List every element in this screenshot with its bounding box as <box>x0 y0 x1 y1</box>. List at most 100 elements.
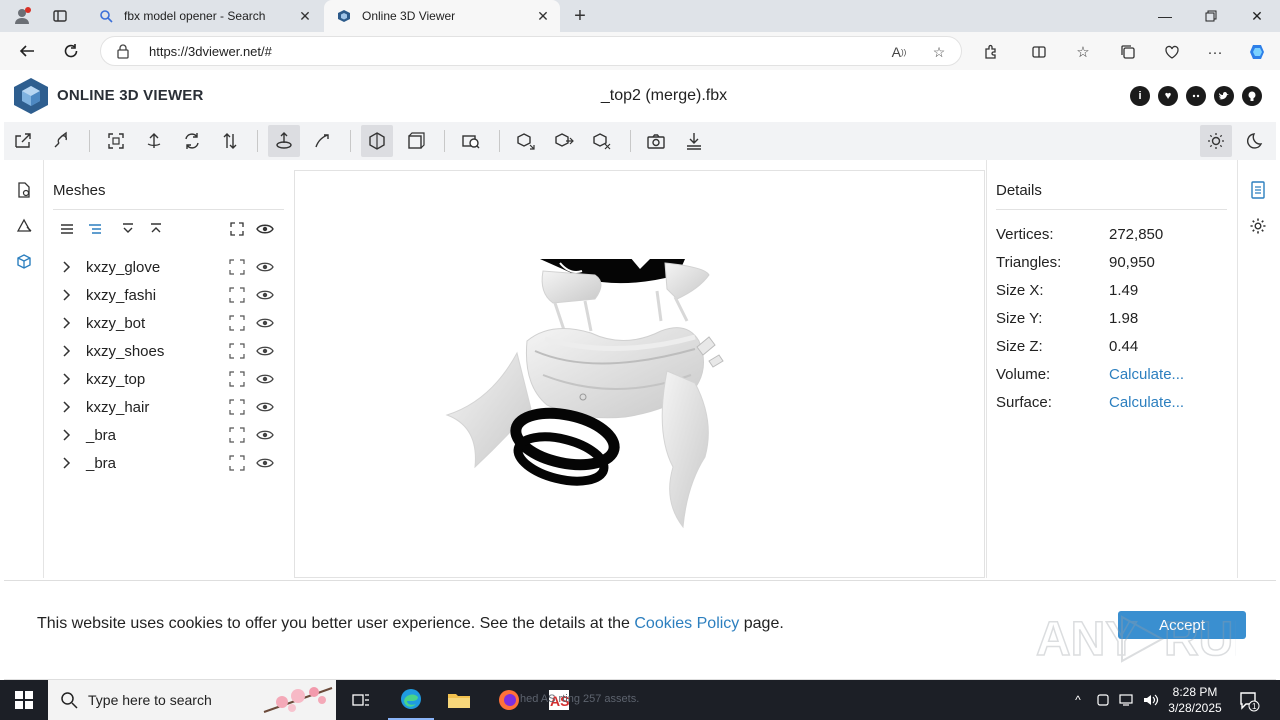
network-icon[interactable] <box>1117 690 1137 710</box>
meshes-icon[interactable] <box>12 250 36 274</box>
back-button[interactable] <box>14 38 40 64</box>
volume-icon[interactable] <box>1141 690 1161 710</box>
show-hidden-icons-icon[interactable]: ^ <box>1068 690 1088 710</box>
collapse-all-icon[interactable] <box>145 218 167 240</box>
mesh-name[interactable]: kxzy_shoes <box>86 343 164 360</box>
show-all-eye-icon[interactable] <box>254 218 276 240</box>
section-button[interactable] <box>548 125 580 157</box>
start-button[interactable] <box>0 680 48 720</box>
details-icon[interactable] <box>1246 178 1270 202</box>
chevron-right-icon[interactable] <box>59 343 75 359</box>
dark-theme-button[interactable] <box>1240 125 1272 157</box>
visibility-eye-icon[interactable] <box>256 454 274 472</box>
split-screen-icon[interactable] <box>1028 41 1050 63</box>
fit-mesh-icon[interactable] <box>228 426 246 444</box>
mesh-row[interactable]: kxzy_top <box>53 366 287 394</box>
close-window-button[interactable]: ✕ <box>1234 0 1280 32</box>
twitter-icon[interactable] <box>1214 86 1234 106</box>
minimize-button[interactable]: — <box>1142 0 1188 32</box>
calculate-link[interactable]: Calculate... <box>1109 394 1184 411</box>
mesh-row[interactable]: kxzy_fashi <box>53 282 287 310</box>
mesh-row[interactable]: kxzy_glove <box>53 254 287 282</box>
chevron-right-icon[interactable] <box>59 455 75 471</box>
tree-view-icon[interactable] <box>84 218 106 240</box>
chevron-right-icon[interactable] <box>59 287 75 303</box>
visibility-eye-icon[interactable] <box>256 370 274 388</box>
refresh-button[interactable] <box>58 38 84 64</box>
chevron-right-icon[interactable] <box>59 315 75 331</box>
mesh-row[interactable]: _bra <box>53 422 287 450</box>
visibility-eye-icon[interactable] <box>256 314 274 332</box>
model-render[interactable] <box>295 171 985 578</box>
fit-mesh-icon[interactable] <box>228 286 246 304</box>
chevron-right-icon[interactable] <box>59 371 75 387</box>
explode-button[interactable] <box>510 125 542 157</box>
mesh-name[interactable]: _bra <box>86 455 116 472</box>
collections-icon[interactable] <box>1117 41 1139 63</box>
url-text[interactable]: https://3dviewer.net/# <box>149 44 272 59</box>
free-navigation-button[interactable] <box>306 125 338 157</box>
3d-viewport[interactable] <box>294 170 985 578</box>
logo-text[interactable]: ONLINE 3D VIEWER <box>57 87 204 104</box>
mesh-name[interactable]: kxzy_bot <box>86 315 145 332</box>
copilot-icon[interactable] <box>1246 41 1268 63</box>
fit-mesh-icon[interactable] <box>228 342 246 360</box>
info-icon[interactable]: i <box>1130 86 1150 106</box>
github-icon[interactable] <box>1242 86 1262 106</box>
mesh-name[interactable]: kxzy_top <box>86 371 145 388</box>
visibility-eye-icon[interactable] <box>256 286 274 304</box>
camera-snapshot-button[interactable] <box>640 125 672 157</box>
tab-online-3d-viewer[interactable]: Online 3D Viewer ✕ <box>324 0 560 32</box>
fit-mesh-icon[interactable] <box>228 398 246 416</box>
cookies-policy-link[interactable]: Cookies Policy <box>634 615 739 632</box>
system-clock[interactable]: 8:28 PM 3/28/2025 <box>1166 684 1224 716</box>
browser-essentials-icon[interactable] <box>1161 41 1183 63</box>
mesh-row[interactable]: kxzy_hair <box>53 394 287 422</box>
fit-all-icon[interactable] <box>226 218 248 240</box>
open-file-button[interactable] <box>7 125 39 157</box>
task-view-icon[interactable] <box>338 680 384 720</box>
fit-mesh-icon[interactable] <box>228 314 246 332</box>
fit-mesh-icon[interactable] <box>228 370 246 388</box>
logo-icon[interactable] <box>13 77 49 115</box>
close-tab-icon[interactable]: ✕ <box>294 5 316 27</box>
snapshot-view-button[interactable] <box>586 125 618 157</box>
url-bar[interactable]: https://3dviewer.net/# A)) ☆ <box>100 36 962 66</box>
chevron-right-icon[interactable] <box>59 259 75 275</box>
flat-list-icon[interactable] <box>56 218 78 240</box>
light-theme-button[interactable] <box>1200 125 1232 157</box>
discord-icon[interactable] <box>1186 86 1206 106</box>
visibility-eye-icon[interactable] <box>256 342 274 360</box>
extensions-icon[interactable] <box>980 41 1002 63</box>
favorite-star-icon[interactable]: ☆ <box>929 42 949 62</box>
export-button[interactable] <box>678 125 710 157</box>
set-up-vector-button[interactable] <box>138 125 170 157</box>
notification-center-icon[interactable]: 1 <box>1238 690 1260 712</box>
lock-icon[interactable] <box>115 43 131 59</box>
mesh-row[interactable]: _bra <box>53 450 287 478</box>
new-tab-button[interactable]: + <box>568 4 592 28</box>
tab-search[interactable]: fbx model opener - Search ✕ <box>86 0 322 32</box>
profile-icon[interactable] <box>10 4 34 28</box>
mesh-name[interactable]: _bra <box>86 427 116 444</box>
measure-button[interactable] <box>455 125 487 157</box>
heart-icon[interactable]: ♥ <box>1158 86 1178 106</box>
taskbar-search[interactable]: Type here to search <box>48 680 336 720</box>
open-url-button[interactable] <box>45 125 77 157</box>
chevron-right-icon[interactable] <box>59 427 75 443</box>
edge-browser-icon[interactable] <box>388 680 434 720</box>
settings-gear-icon[interactable] <box>1246 214 1270 238</box>
orbit-navigation-button[interactable] <box>268 125 300 157</box>
visibility-eye-icon[interactable] <box>256 426 274 444</box>
calculate-link[interactable]: Calculate... <box>1109 366 1184 383</box>
mesh-name[interactable]: kxzy_hair <box>86 399 149 416</box>
mesh-row[interactable]: kxzy_shoes <box>53 338 287 366</box>
visibility-eye-icon[interactable] <box>256 258 274 276</box>
expand-all-icon[interactable] <box>117 218 139 240</box>
orthographic-camera-button[interactable] <box>400 125 432 157</box>
materials-icon[interactable] <box>12 214 36 238</box>
mesh-row[interactable]: kxzy_bot <box>53 310 287 338</box>
flip-up-vector-button[interactable] <box>176 125 208 157</box>
fit-mesh-icon[interactable] <box>228 454 246 472</box>
favorites-icon[interactable]: ☆ <box>1072 41 1094 63</box>
